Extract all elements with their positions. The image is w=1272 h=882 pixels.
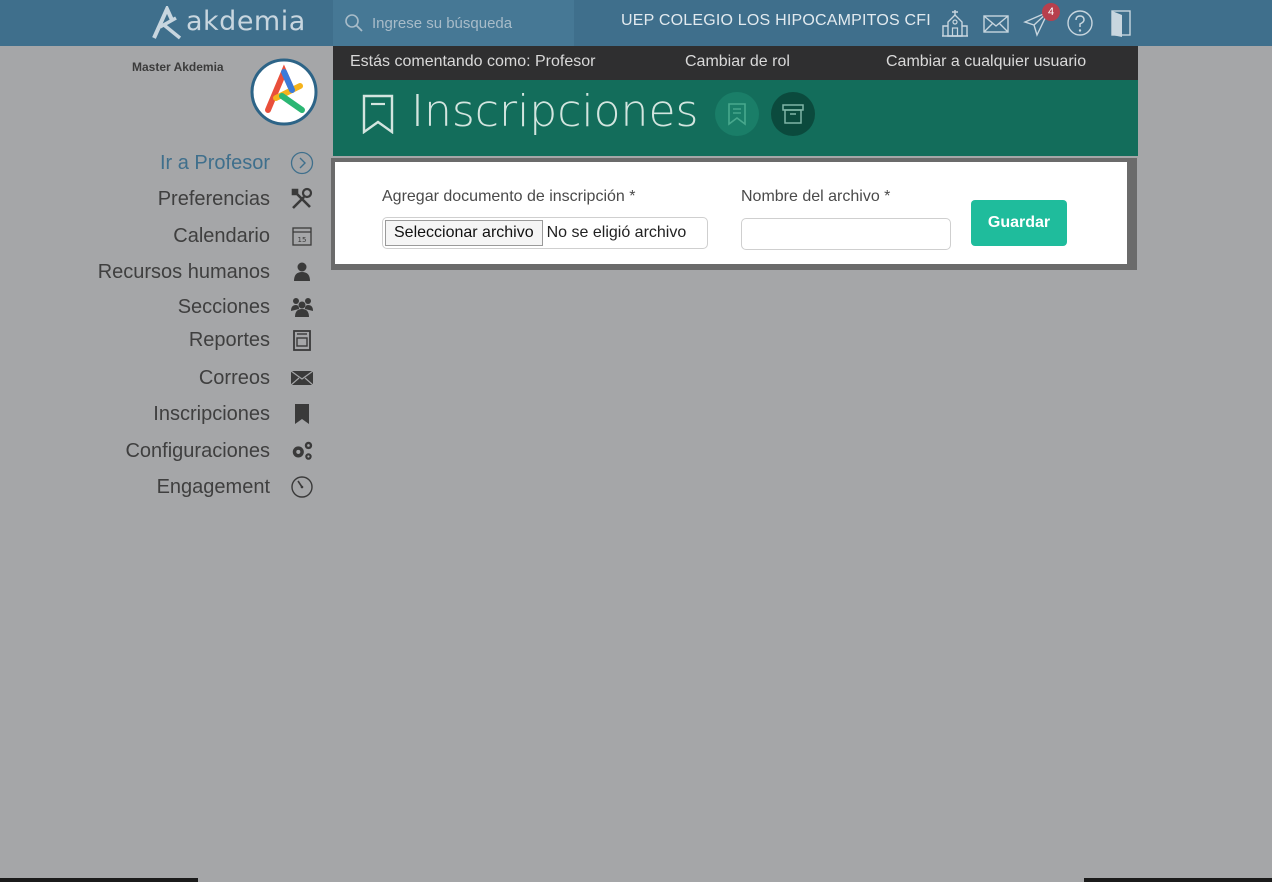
sidebar-item-secciones[interactable]: Secciones: [0, 290, 330, 324]
help-icon[interactable]: [1065, 8, 1095, 38]
sidebar-item-label: Engagement: [156, 475, 270, 498]
person-icon: [290, 260, 314, 284]
calendar-icon: 15: [290, 224, 314, 248]
sidebar-item-calendario[interactable]: Calendario 15: [0, 219, 330, 253]
akdemia-logo[interactable]: akdemia: [150, 4, 306, 42]
sidebar-item-recursos-humanos[interactable]: Recursos humanos: [0, 255, 330, 289]
inscriptions-tab-button[interactable]: [715, 92, 759, 136]
sidebar-item-label: Reportes: [188, 328, 270, 351]
page-header: Inscripciones: [333, 80, 1138, 156]
sidebar-item-label: Inscripciones: [153, 402, 270, 425]
envelope-icon: [290, 366, 314, 390]
file-input[interactable]: Seleccionar archivo No se eligió archivo: [382, 217, 708, 249]
school-name[interactable]: UEP COLEGIO LOS HIPOCAMPITOS CFI: [621, 12, 931, 30]
sidebar-item-ir-a-profesor[interactable]: Ir a Profesor: [0, 146, 330, 180]
file-name-label: Nombre del archivo *: [741, 188, 891, 205]
user-name: Master Akdemia: [132, 60, 224, 74]
archive-icon: [782, 104, 804, 124]
search-box[interactable]: [333, 0, 574, 46]
tools-icon: [290, 187, 314, 211]
search-icon: [345, 14, 363, 32]
commenting-as-text: Estás comentando como: Profesor: [350, 53, 596, 70]
avatar[interactable]: [250, 58, 318, 126]
change-user-link[interactable]: Cambiar a cualquier usuario: [886, 53, 1086, 71]
upload-form-card: Agregar documento de inscripción * Selec…: [331, 158, 1137, 270]
change-role-link[interactable]: Cambiar de rol: [685, 53, 790, 71]
bottom-edge: [0, 878, 1272, 882]
page-title: Inscripciones: [411, 86, 699, 137]
logout-door-icon[interactable]: [1106, 8, 1136, 38]
sidebar-item-label: Preferencias: [157, 187, 270, 210]
sidebar-item-inscripciones[interactable]: Inscripciones: [0, 397, 330, 431]
sidebar-item-label: Correos: [198, 366, 270, 389]
mail-icon[interactable]: [981, 8, 1011, 38]
save-button[interactable]: Guardar: [971, 200, 1067, 246]
upload-form: Agregar documento de inscripción * Selec…: [335, 162, 1127, 264]
sidebar-item-configuraciones[interactable]: Configuraciones: [0, 434, 330, 468]
choose-file-button[interactable]: Seleccionar archivo: [385, 220, 543, 246]
document-label: Agregar documento de inscripción *: [382, 188, 636, 205]
bookmark-icon: [728, 103, 746, 126]
akdemia-logo-icon: [152, 6, 182, 40]
top-bar: akdemia UEP COLEGIO LOS HIPOCAMPITOS CFI…: [0, 0, 1272, 46]
sidebar-item-label: Ir a Profesor: [159, 151, 270, 174]
sidebar-item-reportes[interactable]: Reportes: [0, 323, 330, 357]
file-name-input[interactable]: [741, 218, 951, 250]
school-building-icon[interactable]: [940, 8, 970, 38]
bookmark-outline-icon: [362, 94, 394, 134]
archive-button[interactable]: [771, 92, 815, 136]
group-icon: [290, 295, 314, 319]
sidebar-item-engagement[interactable]: Engagement: [0, 470, 330, 504]
report-icon: [290, 328, 314, 352]
file-status: No se eligió archivo: [546, 224, 687, 241]
sidebar-item-label: Secciones: [177, 295, 270, 318]
notification-badge: 4: [1042, 3, 1060, 21]
search-input[interactable]: [370, 13, 564, 33]
svg-text:15: 15: [298, 236, 307, 244]
chevron-right-circle-icon: [290, 151, 314, 175]
sidebar-item-correos[interactable]: Correos: [0, 361, 330, 395]
brand-name: akdemia: [186, 5, 306, 37]
sidebar-item-label: Calendario: [173, 224, 270, 247]
sidebar-item-label: Configuraciones: [125, 439, 270, 462]
bookmark-icon: [290, 402, 314, 426]
sidebar-item-preferencias[interactable]: Preferencias: [0, 182, 330, 216]
gears-icon: [290, 439, 314, 463]
timer-icon: [290, 475, 314, 499]
role-bar: Estás comentando como: Profesor Cambiar …: [333, 46, 1138, 80]
sidebar-item-label: Recursos humanos: [97, 260, 270, 283]
